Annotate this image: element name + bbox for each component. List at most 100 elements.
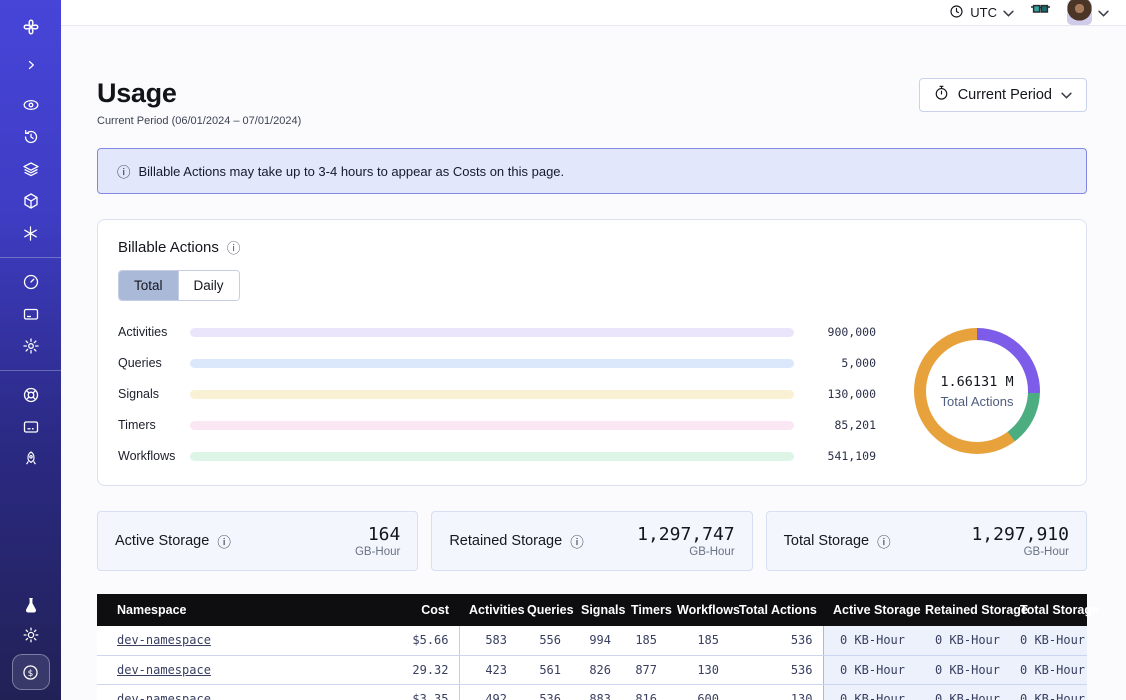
tab-total[interactable]: Total bbox=[119, 271, 178, 300]
retained-storage-cell: 0 KB-Hour bbox=[915, 626, 1010, 655]
col-header: Namespace bbox=[97, 594, 365, 626]
namespace-link: dev-namespace bbox=[117, 633, 211, 647]
stat-label: Active Storage bbox=[115, 533, 209, 549]
info-icon[interactable]: ⓘ bbox=[217, 531, 231, 551]
stat-value: 1,297,910 bbox=[971, 524, 1069, 545]
stat-label: Total Storage bbox=[784, 533, 869, 549]
active-storage-cell: 0 KB-Hour bbox=[823, 684, 915, 700]
total-actions-value: 1.66131 M bbox=[940, 374, 1013, 390]
bar-label: Workflows bbox=[118, 449, 190, 463]
stat-unit: GB-Hour bbox=[355, 546, 400, 558]
bar-track bbox=[190, 390, 794, 399]
page-title: Usage bbox=[97, 78, 301, 109]
page-subtitle: Current Period (06/01/2024 – 07/01/2024) bbox=[97, 115, 301, 127]
sidebar-divider bbox=[0, 257, 61, 258]
signals-cell: 994 bbox=[571, 626, 621, 655]
stat-value: 164 bbox=[355, 524, 400, 545]
retained-storage-cell: 0 KB-Hour bbox=[915, 684, 1010, 700]
bar-value: 85,201 bbox=[794, 418, 878, 432]
timers-cell: 816 bbox=[621, 684, 667, 700]
col-header: Workflows bbox=[667, 594, 729, 626]
info-icon[interactable]: ⓘ bbox=[877, 531, 891, 551]
info-icon[interactable]: ⓘ bbox=[570, 531, 584, 551]
table-row: dev-namespace $3.35 492 536 883 816 600 … bbox=[97, 684, 1087, 700]
col-header: Queries bbox=[517, 594, 571, 626]
chevron-down-icon bbox=[1003, 5, 1014, 20]
total-actions-cell: 130 bbox=[729, 684, 823, 700]
namespace-cell[interactable]: dev-namespace bbox=[97, 655, 365, 684]
glasses-icon[interactable] bbox=[1030, 3, 1051, 23]
signals-cell: 883 bbox=[571, 684, 621, 700]
col-header: Active Storage bbox=[823, 594, 915, 626]
info-icon[interactable]: ⓘ bbox=[227, 237, 241, 257]
queries-cell: 556 bbox=[517, 626, 571, 655]
cost-cell: $5.66 bbox=[365, 626, 459, 655]
namespace-cell[interactable]: dev-namespace bbox=[97, 626, 365, 655]
timers-cell: 877 bbox=[621, 655, 667, 684]
billing-card-icon[interactable] bbox=[13, 299, 49, 329]
billable-bar-chart: Activities 900,000 Queries 5,000 Signals… bbox=[118, 325, 888, 463]
timezone-label: UTC bbox=[970, 5, 997, 20]
svg-text:$: $ bbox=[28, 668, 34, 678]
bar-row-workflows: Workflows 541,109 bbox=[118, 449, 878, 463]
cost-cell: 29.32 bbox=[365, 655, 459, 684]
bar-label: Queries bbox=[118, 356, 190, 370]
usage-coin-icon[interactable]: $ bbox=[12, 654, 50, 690]
timezone-selector[interactable]: UTC bbox=[949, 4, 1014, 22]
bar-track bbox=[190, 328, 794, 337]
billable-view-tabs: Total Daily bbox=[118, 270, 240, 301]
col-header: Total Actions bbox=[729, 594, 823, 626]
stat-value: 1,297,747 bbox=[637, 524, 735, 545]
col-header: Retained Storage bbox=[915, 594, 1010, 626]
stat-unit: GB-Hour bbox=[637, 546, 735, 558]
settings-gear-icon[interactable] bbox=[13, 331, 49, 361]
total-storage-cell: 0 KB-Hour bbox=[1010, 655, 1087, 684]
console-icon[interactable] bbox=[13, 412, 49, 442]
clock-icon bbox=[949, 4, 964, 22]
tab-daily[interactable]: Daily bbox=[178, 271, 239, 300]
gauge-icon[interactable] bbox=[13, 267, 49, 297]
period-selector-label: Current Period bbox=[958, 87, 1052, 103]
retained-storage-card: Retained Storage ⓘ 1,297,747 GB-Hour bbox=[431, 511, 752, 571]
billable-actions-title: Billable Actions bbox=[118, 239, 219, 256]
active-storage-cell: 0 KB-Hour bbox=[823, 655, 915, 684]
period-selector-button[interactable]: Current Period bbox=[919, 78, 1087, 112]
theme-sun-icon[interactable] bbox=[13, 620, 49, 650]
info-icon: ⓘ bbox=[117, 161, 131, 181]
bar-label: Activities bbox=[118, 325, 190, 339]
chevron-down-icon bbox=[1098, 4, 1109, 22]
workflows-cell: 600 bbox=[667, 684, 729, 700]
billable-actions-card: Billable Actions ⓘ Total Daily Activitie… bbox=[97, 219, 1087, 486]
collapse-chevron-icon[interactable] bbox=[13, 50, 49, 80]
namespaces-eye-icon[interactable] bbox=[13, 90, 49, 120]
sidebar: $ bbox=[0, 0, 61, 700]
namespace-link: dev-namespace bbox=[117, 663, 211, 677]
topbar: UTC bbox=[61, 0, 1126, 26]
timers-cell: 185 bbox=[621, 626, 667, 655]
total-actions-cell: 536 bbox=[729, 626, 823, 655]
cost-cell: $3.35 bbox=[365, 684, 459, 700]
user-menu[interactable] bbox=[1067, 0, 1109, 25]
sidebar-divider bbox=[0, 370, 61, 371]
asterisk-icon[interactable] bbox=[13, 218, 49, 248]
layers-icon[interactable] bbox=[13, 154, 49, 184]
bar-label: Timers bbox=[118, 418, 190, 432]
temporal-logo[interactable] bbox=[13, 12, 49, 42]
signals-cell: 826 bbox=[571, 655, 621, 684]
col-header: Activities bbox=[459, 594, 517, 626]
bar-value: 5,000 bbox=[794, 356, 878, 370]
cube-icon[interactable] bbox=[13, 186, 49, 216]
support-lifebuoy-icon[interactable] bbox=[13, 380, 49, 410]
total-storage-cell: 0 KB-Hour bbox=[1010, 626, 1087, 655]
labs-flask-icon[interactable] bbox=[13, 590, 49, 620]
rocket-icon[interactable] bbox=[13, 444, 49, 474]
activities-cell: 492 bbox=[459, 684, 517, 700]
total-storage-card: Total Storage ⓘ 1,297,910 GB-Hour bbox=[766, 511, 1087, 571]
total-actions-cell: 536 bbox=[729, 655, 823, 684]
history-icon[interactable] bbox=[13, 122, 49, 152]
workflows-cell: 130 bbox=[667, 655, 729, 684]
donut-chart: 1.66131 M Total Actions bbox=[914, 328, 1040, 454]
namespace-cell[interactable]: dev-namespace bbox=[97, 684, 365, 700]
bar-track bbox=[190, 359, 794, 368]
col-header: Cost bbox=[365, 594, 459, 626]
